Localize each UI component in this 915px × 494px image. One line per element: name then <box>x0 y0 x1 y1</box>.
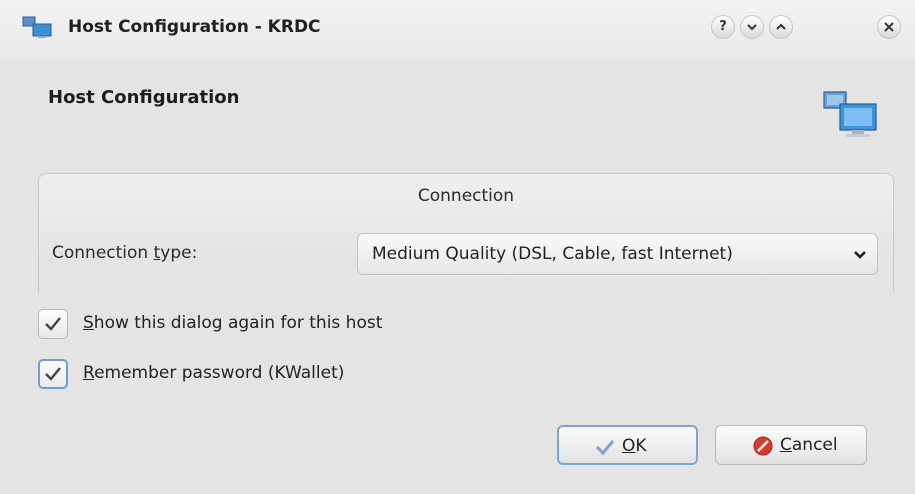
ok-button[interactable]: OK <box>557 425 698 465</box>
close-icon <box>884 22 894 32</box>
connection-group: Connection Connection type: Medium Quali… <box>38 173 894 293</box>
show-dialog-again-label: Show this dialog again for this host <box>83 313 383 333</box>
cancel-label: Cancel <box>780 435 838 455</box>
checkmark-icon <box>45 367 61 381</box>
dialog-heading: Host Configuration <box>48 87 240 108</box>
group-title: Connection <box>417 186 515 206</box>
maximize-button[interactable] <box>769 15 793 39</box>
minimize-button[interactable] <box>740 15 764 39</box>
show-dialog-again-checkbox[interactable] <box>38 309 68 339</box>
remember-password-option[interactable]: Remember password (KWallet) <box>38 359 438 389</box>
remote-desktop-icon <box>22 16 52 38</box>
cancel-icon <box>753 436 773 456</box>
help-icon: ? <box>719 19 727 34</box>
chevron-down-icon <box>854 251 866 259</box>
remote-desktop-large-icon <box>823 91 877 137</box>
chevron-down-icon <box>747 24 757 31</box>
close-button[interactable] <box>877 15 901 39</box>
connection-type-select[interactable]: Medium Quality (DSL, Cable, fast Interne… <box>357 233 878 275</box>
help-button[interactable]: ? <box>711 15 735 39</box>
remember-password-label: Remember password (KWallet) <box>83 363 345 383</box>
checkmark-icon <box>45 317 61 331</box>
checkmark-icon <box>595 440 615 456</box>
window-title: Host Configuration - KRDC <box>68 17 321 37</box>
ok-label: OK <box>622 436 647 456</box>
connection-type-value: Medium Quality (DSL, Cable, fast Interne… <box>372 244 733 264</box>
cancel-button[interactable]: Cancel <box>715 425 867 465</box>
remember-password-checkbox[interactable] <box>38 359 68 389</box>
show-dialog-again-option[interactable]: Show this dialog again for this host <box>38 309 498 339</box>
connection-type-label: Connection type: <box>52 243 198 263</box>
title-bar[interactable]: Host Configuration - KRDC ? <box>0 0 915 60</box>
chevron-up-icon <box>776 23 786 30</box>
